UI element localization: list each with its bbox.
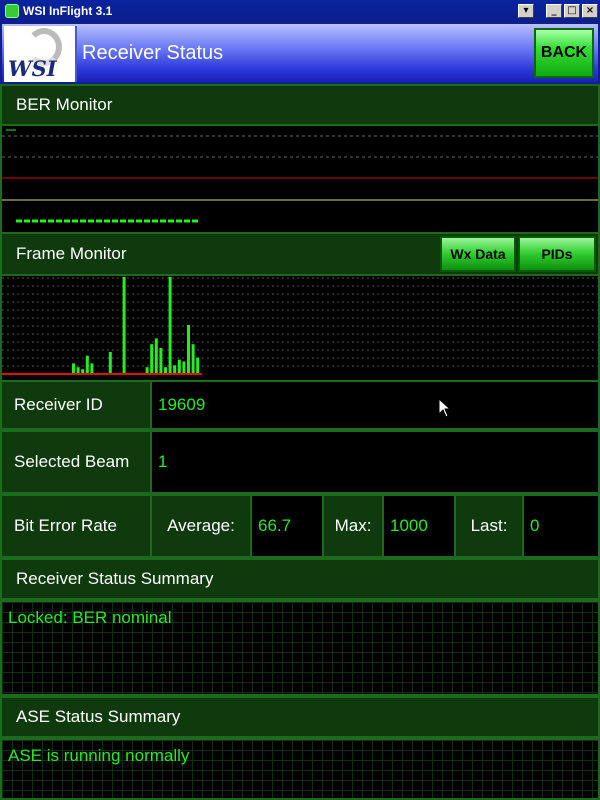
receiver-summary-text: Locked: BER nominal	[8, 608, 172, 627]
frame-bar	[90, 363, 94, 373]
frame-bar	[187, 325, 190, 373]
max-value: 1000	[382, 494, 456, 558]
frame-bar	[76, 367, 80, 373]
page-header: WSI Receiver Status BACK	[0, 22, 600, 84]
frame-bar	[177, 359, 181, 373]
last-value: 0	[522, 494, 600, 558]
restore-button[interactable]: □	[564, 4, 580, 18]
receiver-id-row: Receiver ID 19609	[0, 380, 600, 430]
max-label: Max:	[322, 494, 384, 558]
frame-bar	[182, 361, 186, 373]
frame-bar	[191, 344, 195, 373]
ase-summary-title: ASE Status Summary	[16, 707, 181, 726]
frame-monitor-plot	[0, 276, 600, 380]
window-menu-button[interactable]: ▾	[518, 4, 534, 18]
frame-bar	[164, 367, 167, 373]
selected-beam-value: 1	[150, 430, 600, 494]
logo-text: WSI	[8, 56, 57, 81]
wx-data-button[interactable]: Wx Data	[440, 236, 516, 272]
frame-bar	[150, 344, 154, 373]
window-title: WSI InFlight 3.1	[23, 4, 113, 18]
frame-bar	[81, 369, 85, 373]
back-button[interactable]: BACK	[534, 28, 594, 78]
receiver-id-label: Receiver ID	[0, 380, 152, 430]
frame-bar	[168, 277, 172, 373]
frame-bar	[145, 367, 149, 373]
frame-bar	[159, 348, 163, 373]
average-value: 66.7	[250, 494, 324, 558]
mouse-pointer-icon	[438, 398, 452, 418]
app-icon	[5, 4, 19, 18]
frame-bar	[72, 363, 75, 373]
frame-monitor-header: Frame Monitor Wx Data PIDs	[0, 232, 600, 276]
selected-beam-label: Selected Beam	[0, 430, 152, 494]
receiver-summary-title: Receiver Status Summary	[16, 569, 214, 588]
frame-bar	[122, 277, 126, 373]
ber-monitor-header: BER Monitor	[0, 84, 600, 126]
window-titlebar: WSI InFlight 3.1 ▾ _ □ ×	[0, 0, 600, 22]
frame-bar	[154, 338, 158, 373]
selected-beam-row: Selected Beam 1	[0, 430, 600, 494]
frame-graph	[2, 277, 598, 375]
frame-bar	[173, 365, 177, 373]
wsi-logo: WSI	[4, 26, 77, 82]
ase-summary-header: ASE Status Summary	[0, 696, 600, 738]
frame-bar	[108, 351, 112, 373]
ber-monitor-plot	[0, 126, 600, 232]
bit-error-rate-label: Bit Error Rate	[0, 494, 152, 558]
frame-monitor-title: Frame Monitor	[16, 244, 127, 263]
frame-bar	[85, 355, 89, 373]
bit-error-rate-row: Bit Error Rate Average: 66.7 Max: 1000 L…	[0, 494, 600, 558]
ase-summary-text: ASE is running normally	[8, 746, 190, 765]
pids-button[interactable]: PIDs	[518, 236, 596, 272]
average-label: Average:	[150, 494, 252, 558]
ber-monitor-title: BER Monitor	[16, 95, 113, 114]
receiver-id-value: 19609	[150, 380, 600, 430]
minimize-button[interactable]: _	[546, 4, 562, 18]
frame-bar	[196, 357, 200, 373]
close-button[interactable]: ×	[582, 4, 598, 18]
ase-summary-panel: ASE is running normally	[0, 738, 600, 800]
ber-graph	[2, 129, 598, 223]
receiver-summary-header: Receiver Status Summary	[0, 558, 600, 600]
page-title: Receiver Status	[82, 42, 224, 64]
last-label: Last:	[454, 494, 524, 558]
receiver-summary-panel: Locked: BER nominal	[0, 600, 600, 696]
